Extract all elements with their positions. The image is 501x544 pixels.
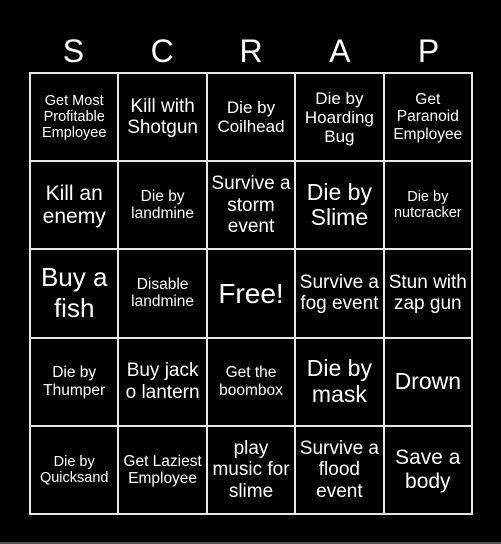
bingo-cell[interactable]: Die by nutcracker — [383, 161, 472, 250]
bingo-cell[interactable]: Die by Thumper — [30, 337, 119, 426]
bingo-cell[interactable]: Save a body — [383, 425, 472, 514]
header-letter-r: R — [239, 33, 263, 69]
bingo-cell[interactable]: Stun with zap gun — [383, 249, 472, 338]
bingo-cell[interactable]: Die by Quicksand — [30, 425, 119, 514]
bingo-cell[interactable]: Die by Coilhead — [206, 73, 296, 162]
bingo-cell[interactable]: Get Paranoid Employee — [383, 73, 472, 162]
bingo-header: S C R A P — [29, 30, 473, 72]
bingo-cell[interactable]: Die by landmine — [118, 161, 207, 250]
bingo-cell[interactable]: Die by Hoarding Bug — [295, 73, 384, 162]
bingo-cell[interactable]: Buy jack o lantern — [118, 337, 207, 426]
bingo-cell-free[interactable]: Free! — [206, 249, 296, 338]
bingo-cell[interactable]: Die by mask — [295, 337, 384, 426]
header-letter-p: P — [417, 33, 440, 69]
bingo-cell[interactable]: Get Laziest Employee — [118, 425, 207, 514]
bingo-cell[interactable]: Survive a fog event — [295, 249, 384, 338]
bingo-cell[interactable]: Get the boombox — [206, 337, 296, 426]
bingo-cell[interactable]: Drown — [383, 337, 472, 426]
bingo-cell[interactable]: Die by Slime — [295, 161, 384, 250]
bingo-cell[interactable]: Survive a flood event — [295, 425, 384, 514]
bingo-cell[interactable]: Kill with Shotgun — [118, 73, 207, 162]
bingo-cell[interactable]: Buy a fish — [30, 249, 119, 338]
bingo-cell[interactable]: Kill an enemy — [30, 161, 119, 250]
bingo-cell[interactable]: Disable landmine — [118, 249, 207, 338]
header-letter-a: A — [329, 33, 351, 69]
bingo-card-grid: Get Most Profitable Employee Kill with Sh… — [29, 72, 473, 515]
bingo-cell[interactable]: play music for slime — [206, 425, 296, 514]
header-letter-s: S — [62, 33, 85, 69]
bingo-cell[interactable]: Survive a storm event — [206, 161, 296, 250]
bingo-cell[interactable]: Get Most Profitable Employee — [30, 73, 119, 162]
header-letter-c: C — [150, 33, 174, 69]
